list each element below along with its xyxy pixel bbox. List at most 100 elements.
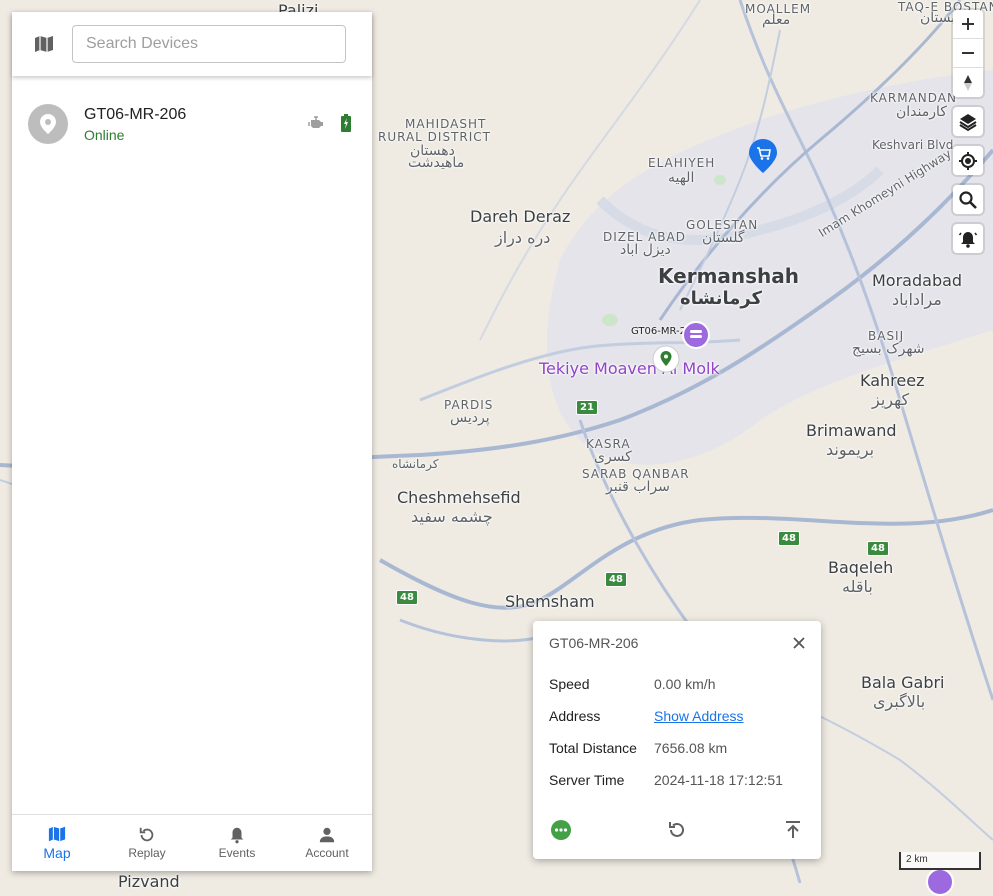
road-shield: 48	[396, 590, 418, 605]
road-shield: 48	[778, 531, 800, 546]
map-label-city: Kermanshah	[658, 264, 800, 288]
map-label-town-fa: دره دراز	[495, 228, 551, 247]
zoom-controls	[953, 10, 983, 97]
map-label-district-fa: سراب قنبر	[606, 479, 670, 495]
row-key: Total Distance	[549, 740, 637, 756]
map-label-district-fa: گلستان	[702, 230, 745, 246]
map-label-town: Brimawand	[806, 421, 897, 440]
replay-icon	[139, 827, 154, 842]
popup-title: GT06-MR-206	[549, 635, 639, 651]
notifications-icon[interactable]	[953, 224, 983, 253]
map-label-town-fa: کهریز	[872, 390, 910, 409]
device-name: GT06-MR-206	[84, 105, 187, 123]
panel-header	[12, 12, 372, 76]
battery-charging-icon	[341, 114, 351, 132]
map-label-city-fa: کرمانشاه	[680, 288, 763, 309]
device-list-item[interactable]: GT06-MR-206 Online	[12, 100, 372, 148]
row-value: 2024-11-18 17:12:51	[654, 772, 783, 788]
more-horiz-icon	[551, 820, 571, 840]
replay-button[interactable]	[667, 820, 687, 845]
nav-replay[interactable]: Replay	[102, 815, 192, 871]
map-label-poi: Tekiye Moaven Al Molk	[539, 359, 720, 378]
map-toggle-button[interactable]	[24, 24, 64, 64]
map-label-town: Baqeleh	[828, 558, 894, 577]
device-status: Online	[84, 126, 125, 143]
device-panel: GT06-MR-206 Online Map Replay Events Acc…	[12, 12, 372, 871]
map-label-town-fa: بالاگبری	[873, 692, 926, 711]
row-key: Server Time	[549, 772, 625, 788]
map-label-district-fa: دیزل اباد	[620, 242, 671, 258]
nav-label: Account	[305, 846, 349, 860]
search-input[interactable]	[72, 25, 346, 63]
map-label-district: RURAL DISTRICT	[378, 130, 491, 144]
map-label-district-fa: بستان	[920, 10, 956, 26]
device-info-popup: GT06-MR-206 Speed 0.00 km/h Address Show…	[533, 621, 821, 859]
nav-map[interactable]: Map	[12, 815, 102, 871]
map-label-road-fa: کرمانشاه	[392, 457, 439, 471]
map-scale: 2 km	[899, 852, 981, 870]
nav-label: Events	[218, 846, 256, 860]
map-label-town: Bala Gabri	[861, 673, 945, 692]
person-icon	[319, 827, 335, 843]
map-label-town: Shemsham	[505, 592, 595, 611]
road-shield: 48	[867, 541, 889, 556]
row-key: Speed	[549, 676, 590, 692]
row-value: 0.00 km/h	[654, 676, 716, 692]
map-icon	[35, 36, 53, 52]
my-location-icon[interactable]	[953, 146, 983, 175]
map-label-district-fa: پردیس	[450, 410, 490, 426]
close-icon[interactable]	[791, 635, 807, 651]
nav-label: Replay	[128, 846, 166, 860]
road-shield: 48	[605, 572, 627, 587]
shopping-cart-icon[interactable]	[749, 139, 777, 173]
poi-marker-icon[interactable]	[926, 868, 954, 896]
row-key: Address	[549, 708, 601, 724]
map-label-town-fa: مراداباد	[892, 290, 942, 309]
layers-control	[953, 107, 983, 136]
map-label-town: Cheshmehsefid	[397, 488, 521, 507]
map-label-town: Pizvand	[118, 872, 180, 891]
publish-icon	[786, 821, 800, 838]
layers-icon[interactable]	[953, 107, 983, 136]
road-shield: 21	[576, 400, 598, 415]
zoom-in-icon[interactable]	[953, 10, 983, 39]
map-label-town-fa: چشمه سفید	[411, 507, 493, 526]
search-icon[interactable]	[953, 185, 983, 214]
avatar	[28, 104, 68, 144]
map-label-town-fa: باقله	[842, 577, 873, 596]
map-label-district-fa: شهرک بسیج	[852, 341, 925, 357]
map-label-town: Moradabad	[872, 271, 963, 290]
map-icon	[48, 826, 66, 842]
map-label-town: Dareh Deraz	[470, 207, 571, 226]
map-label-district-fa: معلم	[762, 12, 791, 28]
publish-button[interactable]	[783, 820, 803, 845]
replay-icon	[669, 822, 684, 837]
zoom-out-icon[interactable]	[953, 39, 983, 68]
nav-events[interactable]: Events	[192, 815, 282, 871]
map-label-district: MAHIDASHT	[405, 117, 487, 131]
search-control	[953, 185, 983, 214]
bottom-navigation: Map Replay Events Account	[12, 814, 372, 871]
notifications-control	[953, 224, 983, 253]
row-value: 7656.08 km	[654, 740, 728, 756]
nav-label: Map	[43, 845, 71, 861]
map-label-district-fa: الهیه	[668, 170, 695, 186]
map-label-district: ELAHIYEH	[648, 156, 716, 170]
device-marker-icon[interactable]	[652, 345, 680, 373]
more-options-button[interactable]	[550, 819, 572, 846]
nav-account[interactable]: Account	[282, 815, 372, 871]
locate-control	[953, 146, 983, 175]
map-label-district-fa: ماهیدشت	[408, 155, 465, 171]
map-label-town: Kahreez	[860, 371, 925, 390]
location-pin-icon	[40, 114, 56, 134]
show-address-link[interactable]: Show Address	[654, 708, 744, 724]
bell-icon	[230, 827, 244, 844]
map-label-district-fa: کارمندان	[896, 104, 947, 120]
poi-marker-icon[interactable]	[681, 320, 711, 350]
map-label-town-fa: بریموند	[826, 440, 875, 459]
map-label-district-fa: کسری	[594, 449, 632, 465]
engine-icon	[308, 116, 323, 128]
popup-actions	[533, 819, 821, 843]
compass-icon[interactable]	[953, 68, 983, 97]
map-label-district: KARMANDAN	[870, 91, 957, 105]
